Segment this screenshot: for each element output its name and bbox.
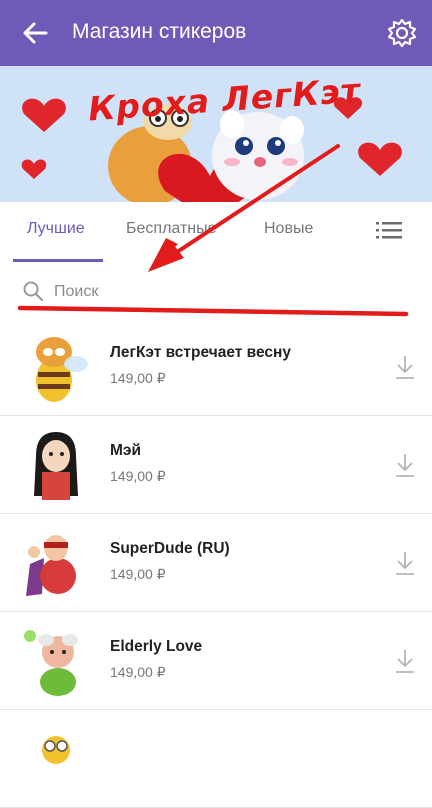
arrow-left-icon[interactable] [20, 18, 50, 48]
page-title: Магазин стикеров [72, 20, 247, 43]
sticker-row[interactable]: ЛегКэт встречает весну 149,00 ₽ [0, 318, 432, 416]
download-icon[interactable] [394, 452, 416, 478]
app-bar: Магазин стикеров [0, 0, 432, 66]
download-icon[interactable] [394, 550, 416, 576]
tab-best[interactable]: Лучшие [27, 220, 85, 238]
sticker-pack-banner[interactable]: Кроха ЛегКэт [0, 66, 432, 202]
sticker-thumbnail [34, 432, 78, 500]
sticker-price: 149,00 ₽ [110, 566, 166, 582]
sticker-thumbnail [26, 535, 76, 596]
sticker-name: ЛегКэт встречает весну [110, 344, 291, 361]
tab-new[interactable]: Новые [264, 220, 313, 238]
search-bar [0, 262, 432, 319]
gear-icon[interactable] [386, 16, 418, 50]
tab-bar: Лучшие Бесплатные Новые [0, 202, 432, 263]
menu-list-icon[interactable] [376, 220, 402, 240]
sticker-price: 149,00 ₽ [110, 370, 166, 386]
sticker-name: SuperDude (RU) [110, 540, 230, 557]
search-icon [23, 281, 43, 301]
sticker-price: 149,00 ₽ [110, 664, 166, 680]
sticker-row[interactable]: Elderly Love 149,00 ₽ [0, 612, 432, 710]
sticker-name: Elderly Love [110, 638, 203, 655]
search-input[interactable] [52, 278, 396, 306]
sticker-thumbnail [42, 736, 70, 764]
sticker-thumbnail [24, 630, 78, 696]
sticker-row[interactable]: Мэй 149,00 ₽ [0, 416, 432, 514]
sticker-thumbnail [36, 337, 88, 402]
tab-free[interactable]: Бесплатные [126, 220, 217, 238]
download-icon[interactable] [394, 648, 416, 674]
sticker-name: Мэй [110, 442, 141, 459]
sticker-row-partial[interactable] [0, 710, 432, 808]
sticker-price: 149,00 ₽ [110, 468, 166, 484]
download-icon[interactable] [394, 354, 416, 380]
sticker-row[interactable]: SuperDude (RU) 149,00 ₽ [0, 514, 432, 612]
